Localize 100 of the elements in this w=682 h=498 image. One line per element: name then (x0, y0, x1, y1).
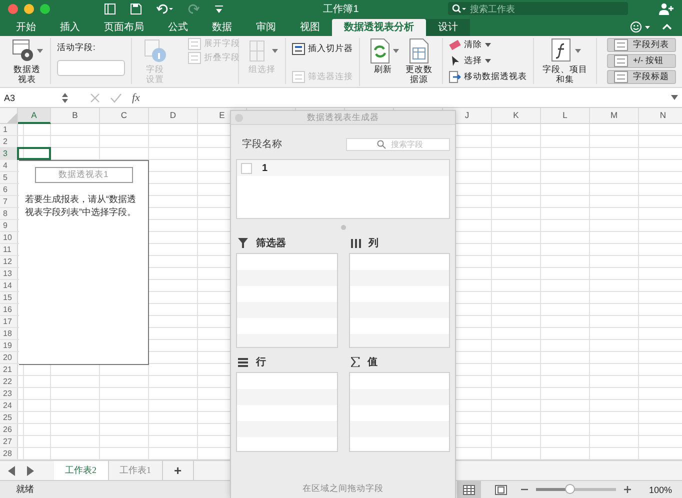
column-header[interactable]: K (492, 108, 541, 124)
ribbon-tab[interactable]: 开始 (4, 19, 48, 36)
expand-caret-icon[interactable] (671, 95, 678, 100)
previous-sheet-icon[interactable] (8, 466, 16, 476)
toggle-button[interactable]: +/- 按钮 (607, 54, 676, 68)
sidebar-icon[interactable] (104, 2, 116, 14)
save-icon[interactable] (130, 2, 142, 14)
search-field[interactable]: 搜索工作表 (448, 2, 628, 15)
cancel-icon[interactable] (90, 92, 100, 102)
ribbon-tab[interactable]: 公式 (156, 19, 200, 36)
ribbon-tab[interactable]: 数据 (200, 19, 244, 36)
window-title: 工作簿1 (323, 2, 359, 16)
cursor-icon (449, 55, 461, 67)
smiley-icon[interactable] (630, 20, 652, 32)
ribbon-button[interactable]: 插入切片器 (292, 42, 353, 56)
undo-icon[interactable] (156, 2, 174, 14)
row-header[interactable]: 19 (0, 340, 18, 352)
row-header[interactable]: 14 (0, 280, 18, 292)
ribbon-button[interactable]: 数据透视表 (10, 38, 44, 84)
ribbon-button[interactable]: 选择 (449, 54, 527, 68)
row-header[interactable]: 11 (0, 244, 18, 256)
ribbon-tab[interactable]: 页面布局 (92, 19, 156, 36)
search-icon (377, 140, 386, 148)
ribbon-tab[interactable]: 数据透视表分析 (332, 19, 426, 36)
collapse-caret-icon[interactable] (662, 22, 672, 30)
add-person-icon[interactable] (658, 2, 674, 14)
ribbon-tab[interactable]: 设计 (426, 19, 470, 36)
ribbon-tab[interactable]: 视图 (288, 19, 332, 36)
row-header[interactable]: 7 (0, 196, 18, 208)
row-header[interactable]: 28 (0, 448, 18, 460)
row-header[interactable]: 12 (0, 256, 18, 268)
field-name-label: 字段名称 (242, 138, 282, 151)
toggle-button[interactable]: 字段列表 (607, 38, 676, 52)
stepper-icon[interactable] (62, 92, 68, 104)
column-header[interactable]: C (100, 108, 149, 124)
column-header[interactable]: L (541, 108, 590, 124)
zoom-in-icon[interactable] (624, 486, 631, 493)
normal-view-button[interactable] (456, 481, 481, 498)
row-header[interactable]: 17 (0, 316, 18, 328)
row-header[interactable]: 8 (0, 208, 18, 220)
row-header[interactable]: 21 (0, 364, 18, 376)
row-header[interactable]: 10 (0, 232, 18, 244)
customize-caret-icon[interactable] (214, 4, 224, 14)
ribbon-button[interactable]: 刷新 (366, 38, 400, 84)
list-icon (188, 52, 201, 64)
row-header[interactable]: 20 (0, 352, 18, 364)
sigma-icon (350, 357, 360, 367)
table-document-icon (407, 38, 431, 64)
checkbox[interactable] (241, 162, 252, 174)
minimize-button[interactable] (24, 4, 34, 14)
ribbon-button[interactable]: 字段、项目和集 (540, 38, 590, 84)
input-field[interactable] (57, 60, 125, 76)
ribbon-button[interactable]: 移动数据透视表 (449, 70, 527, 84)
row-header[interactable]: 26 (0, 424, 18, 436)
column-header[interactable]: A (18, 108, 51, 124)
row-header[interactable]: 22 (0, 376, 18, 388)
list-icon (292, 71, 305, 83)
row-header[interactable]: 16 (0, 304, 18, 316)
row-header[interactable]: 27 (0, 436, 18, 448)
row-header[interactable]: 23 (0, 388, 18, 400)
zoom-out-icon[interactable] (520, 486, 528, 493)
check-icon[interactable] (110, 92, 122, 102)
zoom-button[interactable] (40, 4, 50, 14)
row-header[interactable]: 2 (0, 136, 18, 148)
search-icon (452, 4, 466, 14)
ribbon-button[interactable]: 更改数据源 (402, 38, 436, 84)
list-icon (614, 71, 628, 83)
close-button[interactable] (8, 4, 18, 14)
row-header[interactable]: 4 (0, 160, 18, 172)
selected-cell[interactable] (17, 147, 51, 160)
column-header[interactable]: M (590, 108, 639, 124)
row-header[interactable]: 15 (0, 292, 18, 304)
splitter-handle[interactable] (340, 224, 346, 230)
caret-icon (485, 43, 491, 47)
row-header[interactable]: 25 (0, 412, 18, 424)
redo-icon[interactable] (188, 2, 200, 14)
column-header[interactable]: B (51, 108, 100, 124)
row-header[interactable]: 1 (0, 124, 18, 136)
area-label: 筛选器 (256, 236, 286, 250)
sheet-tab[interactable]: 工作表2 (54, 461, 108, 480)
ribbon-tab[interactable]: 审阅 (244, 19, 288, 36)
row-header[interactable]: 5 (0, 172, 18, 184)
function-button[interactable]: fx (132, 92, 140, 104)
row-header[interactable]: 3 (0, 148, 18, 160)
row-header[interactable]: 24 (0, 400, 18, 412)
ribbon-button[interactable]: 清除 (449, 38, 527, 52)
slider-thumb[interactable] (564, 484, 575, 494)
column-header[interactable]: N (639, 108, 682, 124)
name-box[interactable]: A3 (4, 92, 52, 102)
ribbon-tab[interactable]: 插入 (48, 19, 92, 36)
next-sheet-icon[interactable] (26, 466, 34, 476)
toggle-button[interactable]: 字段标题 (607, 70, 676, 84)
field-list-item[interactable]: 1 (237, 160, 449, 176)
row-header[interactable]: 18 (0, 328, 18, 340)
column-header[interactable]: D (149, 108, 198, 124)
row-header[interactable]: 9 (0, 220, 18, 232)
row-header[interactable]: 6 (0, 184, 18, 196)
row-header[interactable]: 13 (0, 268, 18, 280)
search-field[interactable]: 搜索字段 (346, 138, 450, 150)
field-name: 1 (262, 162, 268, 174)
